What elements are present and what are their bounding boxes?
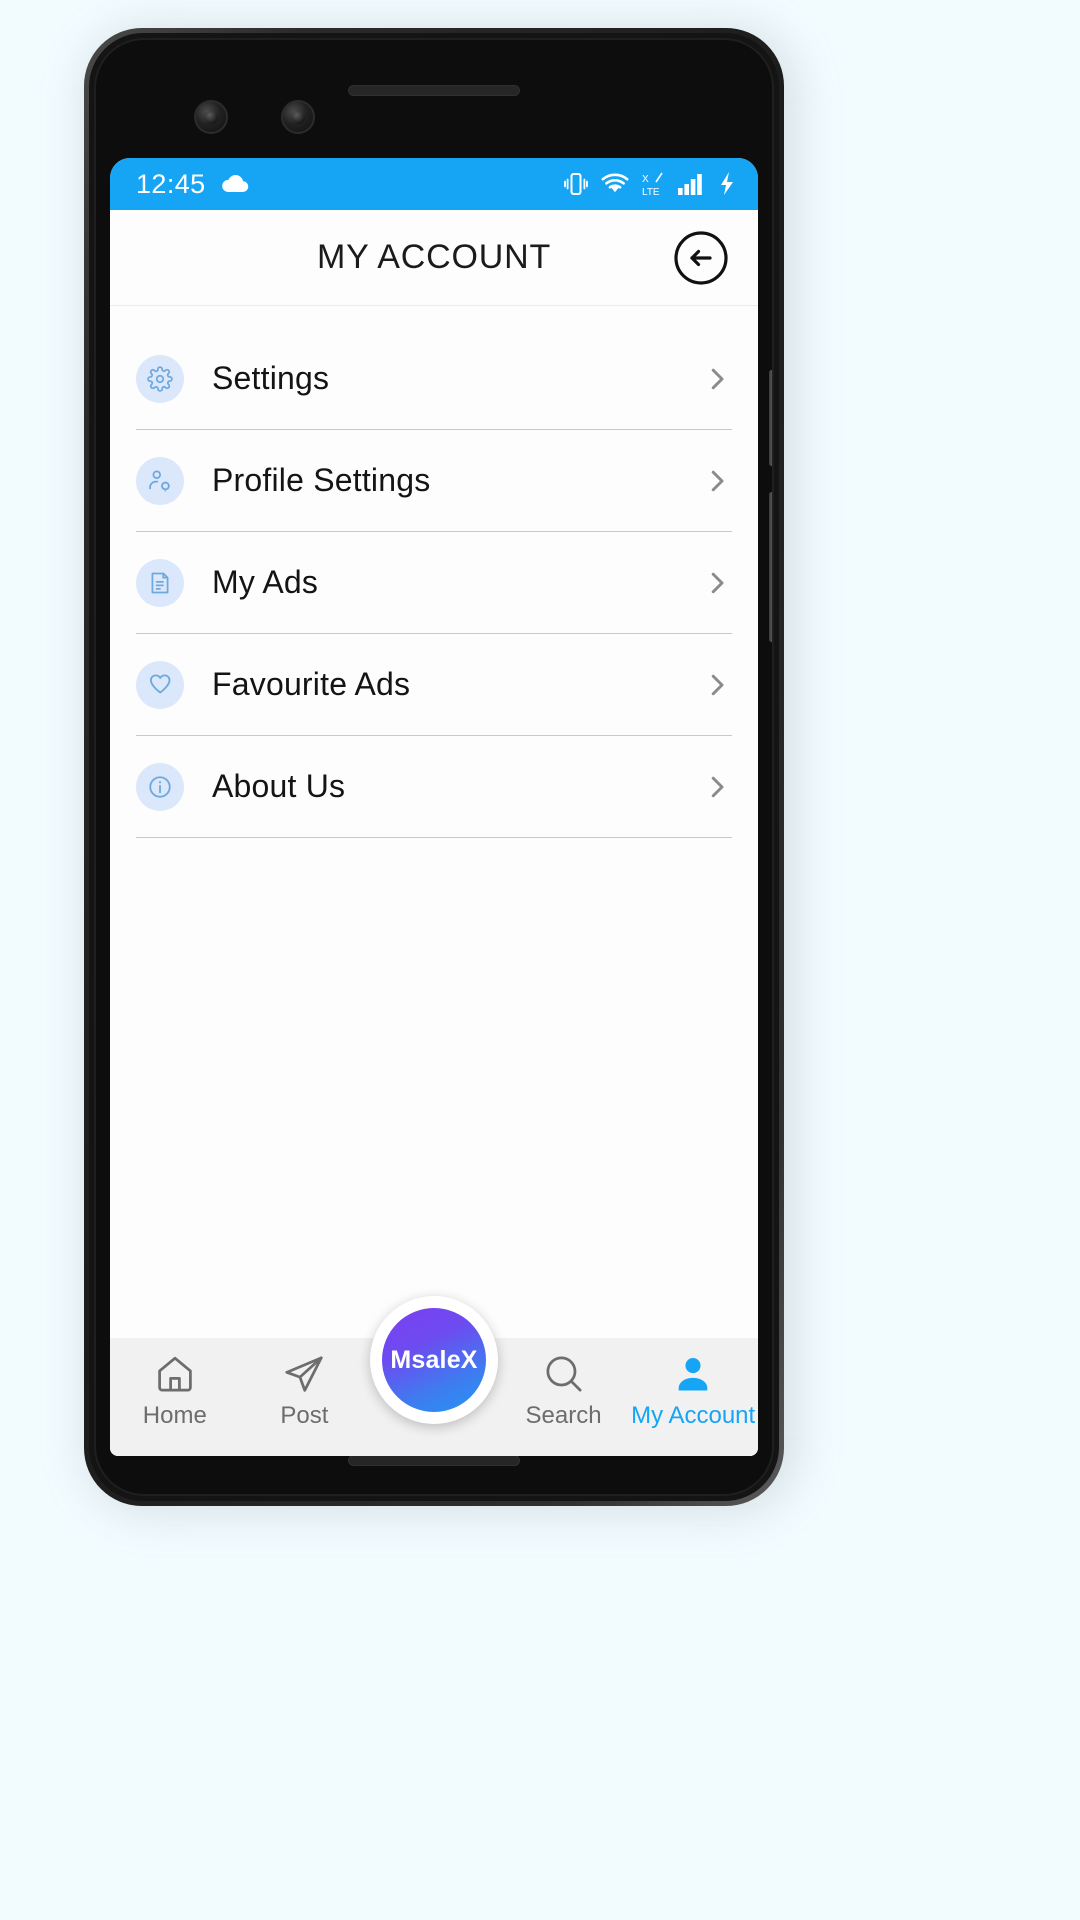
front-camera-2-icon: [281, 100, 315, 134]
battery-charging-icon: [721, 172, 733, 195]
menu-item-label: Favourite Ads: [212, 666, 411, 702]
menu-item-label: Profile Settings: [212, 462, 431, 498]
nav-item-my-account[interactable]: My Account: [628, 1352, 758, 1430]
menu-divider: [136, 837, 732, 838]
menu-item-label: About Us: [212, 768, 346, 804]
nav-item-label: Search: [525, 1402, 602, 1429]
menu-item-profile-settings[interactable]: Profile Settings: [110, 430, 758, 531]
lte-signal-icon: X LTE: [642, 172, 663, 197]
status-bar: 12:45 X LTE: [110, 158, 758, 210]
heart-icon: [136, 660, 184, 709]
nav-item-label: My Account: [631, 1402, 756, 1429]
menu-item-label: Settings: [212, 360, 330, 396]
menu-item-favourite-ads[interactable]: Favourite Ads: [110, 634, 758, 735]
home-icon: [158, 1356, 192, 1392]
power-button[interactable]: [769, 370, 772, 466]
menu-item-my-ads[interactable]: My Ads: [110, 532, 758, 633]
earpiece-speaker: [348, 85, 520, 96]
fab-gradient-circle: MsaleX: [382, 1308, 486, 1412]
front-camera-1-icon: [194, 100, 228, 134]
back-arrow-circle-icon: [674, 230, 728, 285]
search-icon: [546, 1356, 582, 1392]
bottom-navigation-bar: Home Post Search My Account MsaleX: [110, 1296, 758, 1456]
bottom-speaker-grille: [348, 1455, 520, 1466]
vibrate-icon: [564, 173, 588, 195]
wifi-icon: [601, 173, 629, 193]
svg-text:X: X: [642, 174, 649, 185]
status-bar-right: X LTE: [564, 171, 736, 197]
menu-item-settings[interactable]: Settings: [110, 328, 758, 429]
app-header: MY ACCOUNT: [110, 210, 758, 306]
chevron-right-icon: [711, 776, 724, 797]
device-bezel: 12:45 X LTE MY ACCOUNT Settings Profile …: [94, 38, 774, 1496]
info-circle-icon: [136, 762, 184, 811]
gear-icon: [136, 354, 184, 403]
msalex-fab-button[interactable]: MsaleX: [370, 1296, 498, 1424]
nav-item-home[interactable]: Home: [110, 1352, 240, 1430]
menu-item-about-us[interactable]: About Us: [110, 736, 758, 837]
phone-device-frame: 12:45 X LTE MY ACCOUNT Settings Profile …: [84, 28, 784, 1506]
chevron-right-icon: [711, 674, 724, 695]
person-gear-icon: [136, 456, 184, 505]
cellular-signal-icon: [678, 174, 702, 195]
person-icon: [678, 1358, 708, 1391]
menu-item-label: My Ads: [212, 564, 319, 600]
account-menu-list: Settings Profile Settings My Ads Favouri…: [110, 306, 758, 1338]
volume-button[interactable]: [769, 492, 772, 642]
nav-item-label: Home: [142, 1402, 207, 1429]
chevron-right-icon: [711, 572, 724, 593]
device-inner-frame: 12:45 X LTE MY ACCOUNT Settings Profile …: [89, 33, 779, 1501]
status-bar-left: 12:45: [136, 169, 250, 200]
chevron-right-icon: [711, 368, 724, 389]
fab-label: MsaleX: [390, 1345, 478, 1374]
chevron-right-icon: [711, 470, 724, 491]
cloud-icon: [221, 174, 248, 193]
document-ad-icon: [136, 558, 184, 607]
page-title: MY ACCOUNT: [316, 238, 552, 276]
back-button[interactable]: [670, 227, 732, 289]
nav-item-post[interactable]: Post: [240, 1352, 370, 1430]
svg-text:LTE: LTE: [642, 187, 660, 197]
status-bar-clock: 12:45: [136, 168, 206, 199]
nav-item-label: Post: [280, 1402, 329, 1429]
phone-screen: 12:45 X LTE MY ACCOUNT Settings Profile …: [110, 158, 758, 1456]
nav-item-search[interactable]: Search: [499, 1352, 629, 1430]
send-paper-plane-icon: [285, 1356, 323, 1392]
